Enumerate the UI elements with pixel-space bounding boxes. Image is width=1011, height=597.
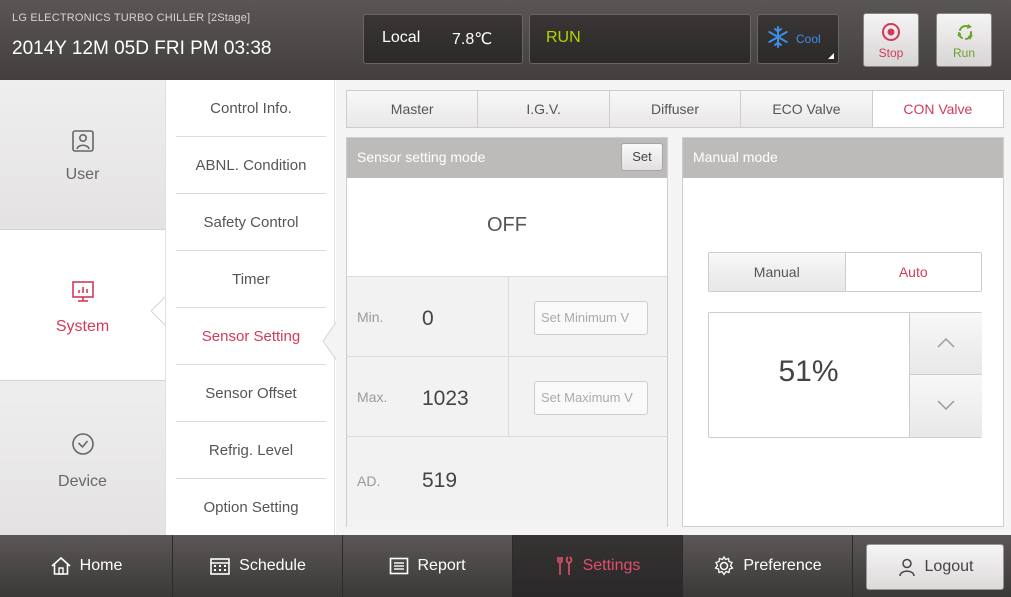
valve-tabs: Master I.G.V. Diffuser ECO Valve CON Val… [346,90,1004,128]
home-icon [51,556,71,575]
nav-system[interactable]: System [0,230,165,380]
logout-button[interactable]: Logout [866,544,1004,590]
submenu-sensor-setting[interactable]: Sensor Setting [176,308,326,365]
max-label: Max. [357,389,388,405]
set-minimum-button[interactable]: Set Minimum V [534,301,648,335]
calendar-icon [210,558,230,575]
tab-eco-valve[interactable]: ECO Valve [741,91,873,127]
list-icon [390,557,409,575]
run-button-label: Run [952,46,975,60]
set-maximum-button[interactable]: Set Maximum V [534,381,648,415]
nav-device-label: Device [58,473,107,490]
dropdown-corner-icon [828,53,834,59]
sensor-setting-panel: Sensor setting mode Set OFF Min. 0 Set M… [346,137,668,527]
run-status-box: RUN [529,14,751,64]
submenu-sensor-offset[interactable]: Sensor Offset [176,365,326,422]
submenu-refrig-level[interactable]: Refrig. Level [176,422,326,479]
nav-home[interactable]: Home [0,535,173,597]
stop-icon [882,23,900,41]
tab-con-valve[interactable]: CON Valve [872,91,1004,127]
auto-toggle-button[interactable]: Auto [845,253,981,291]
operation-mode-selector[interactable]: Cool [757,14,839,64]
nav-system-label: System [55,318,110,335]
tools-icon [556,556,572,575]
divider [508,277,509,356]
submenu-abnl-condition[interactable]: ABNL. Condition [176,137,326,194]
stop-button-label: Stop [878,46,904,60]
tab-diffuser[interactable]: Diffuser [610,91,742,127]
manual-auto-toggle: Manual Auto [708,252,982,292]
ad-value: 519 [422,469,458,492]
max-row: Max. 1023 Set Maximum V [347,356,667,436]
nav-preference[interactable]: Preference [683,535,853,597]
logout-label: Logout [924,558,974,575]
nav-home-label: Home [79,557,123,574]
run-button[interactable]: Run [936,13,992,67]
header-bar: LG ELECTRONICS TURBO CHILLER [2Stage] 20… [0,0,1011,80]
manual-panel-header: Manual mode [683,138,1003,178]
snowflake-icon [768,26,788,48]
tab-master[interactable]: Master [347,91,479,127]
chevron-up-icon [937,337,955,348]
max-value: 1023 [422,387,469,410]
submenu-panel: Control Info. ABNL. Condition Safety Con… [165,80,335,535]
bottom-navigation: Home Schedule Report Settings Preference… [0,535,1011,597]
nav-report[interactable]: Report [343,535,513,597]
recycle-icon [957,24,973,40]
set-button[interactable]: Set [621,143,663,171]
divider [508,357,509,436]
check-circle-icon [72,433,94,455]
datetime-display: 2014Y 12M 05D FRI PM 03:38 [12,38,272,59]
valve-percent-value: 51% [778,355,839,388]
user-icon [898,558,915,577]
increase-button[interactable] [909,313,982,375]
submenu-control-info[interactable]: Control Info. [176,80,326,137]
manual-mode-panel: Manual mode Manual Auto 51% [682,137,1004,527]
nav-user-label: User [65,166,100,183]
temperature-value: 7.8℃ [452,31,493,48]
user-frame-icon [72,130,94,152]
submenu-option-setting[interactable]: Option Setting [176,479,326,536]
nav-schedule-label: Schedule [239,557,306,574]
min-row: Min. 0 Set Minimum V [347,276,667,356]
nav-report-label: Report [417,557,466,574]
run-status-label: RUN [546,29,581,46]
operation-mode-label: Cool [796,32,821,46]
stop-button[interactable]: Stop [863,13,919,67]
valve-percent-stepper: 51% [708,312,982,438]
left-navigation: User System Device [0,80,165,535]
nav-settings[interactable]: Settings [513,535,683,597]
min-label: Min. [357,309,384,325]
nav-preference-label: Preference [743,557,822,574]
nav-device[interactable]: Device [0,380,165,535]
nav-schedule[interactable]: Schedule [173,535,343,597]
monitor-chart-icon [72,281,94,302]
brand-title: LG ELECTRONICS TURBO CHILLER [2Stage] [12,12,251,24]
local-temperature-box: Local 7.8℃ [363,14,523,64]
gear-icon [714,555,734,576]
submenu-safety-control[interactable]: Safety Control [176,194,326,251]
manual-toggle-button[interactable]: Manual [709,253,846,291]
manual-panel-title: Manual mode [693,149,778,165]
sensor-mode-status: OFF [487,214,527,236]
sensor-panel-header: Sensor setting mode Set [347,138,667,178]
sensor-panel-title: Sensor setting mode [357,149,486,165]
nav-user[interactable]: User [0,80,165,230]
chevron-down-icon [937,400,955,411]
min-value: 0 [422,307,434,330]
tab-igv[interactable]: I.G.V. [478,91,610,127]
ad-label: AD. [357,473,381,489]
decrease-button[interactable] [909,375,982,437]
control-mode-label: Local [382,29,421,46]
submenu-timer[interactable]: Timer [176,251,326,308]
nav-settings-label: Settings [582,557,641,574]
ad-row: AD. 519 [347,436,667,527]
